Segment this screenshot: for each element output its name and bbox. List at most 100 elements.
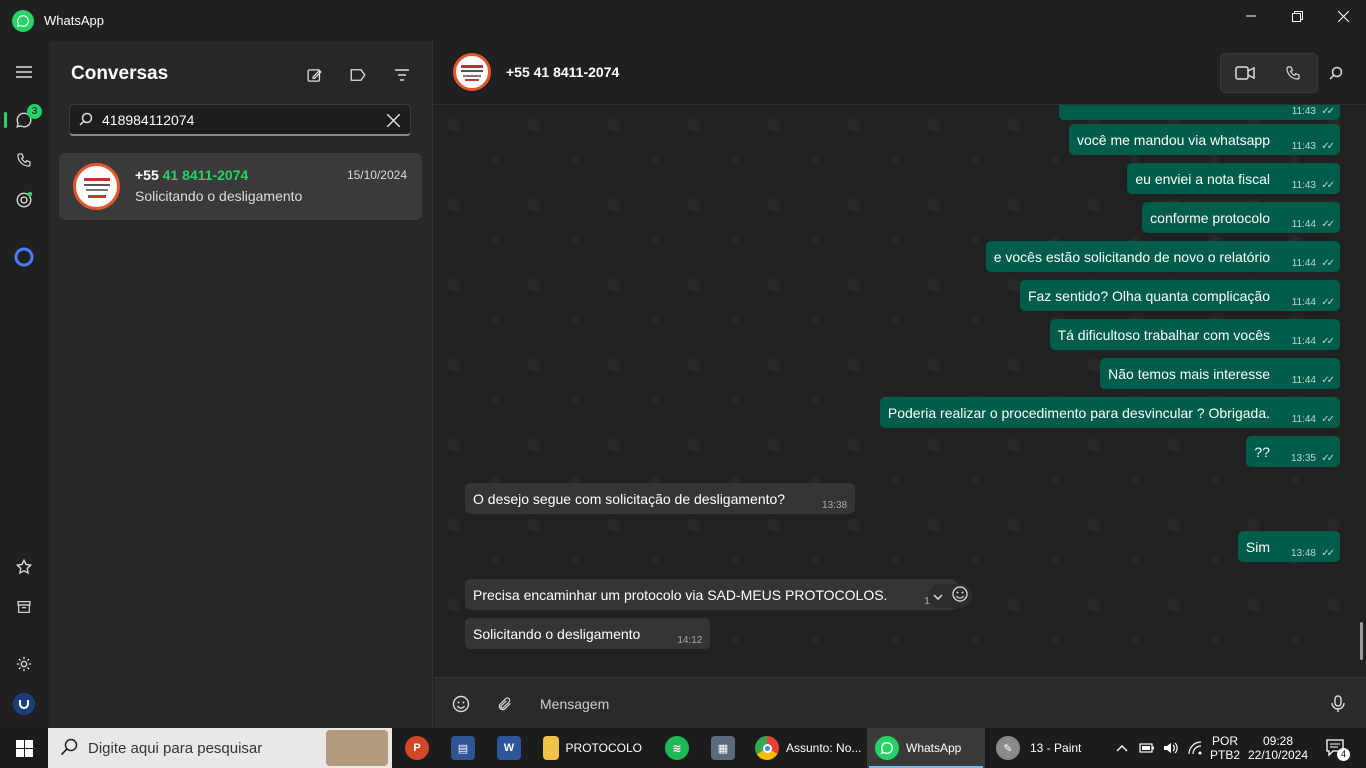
attach-icon[interactable] xyxy=(493,692,517,716)
starred-icon[interactable] xyxy=(8,551,40,583)
taskbar-app-blue[interactable]: ▤ xyxy=(446,728,480,768)
close-window-button[interactable] xyxy=(1320,0,1366,32)
react-emoji-icon[interactable] xyxy=(951,585,968,607)
message-bubble[interactable]: Sim 13:48 ✓✓ xyxy=(1237,531,1340,562)
profile-avatar[interactable] xyxy=(8,688,40,720)
contact-avatar[interactable] xyxy=(453,53,491,91)
message-text: você me mandou via whatsapp xyxy=(1077,132,1270,148)
title-bar: WhatsApp xyxy=(0,0,1366,41)
message-bubble[interactable]: eu enviei a nota fiscal 11:43 ✓✓ xyxy=(1127,163,1340,194)
taskbar-whatsapp[interactable]: WhatsApp xyxy=(867,728,985,768)
chat-search-icon[interactable] xyxy=(1324,61,1348,85)
message-text: eu enviei a nota fiscal xyxy=(1135,171,1270,187)
windows-taskbar: Digite aqui para pesquisar P ▤ W PROTOCO… xyxy=(0,728,1366,768)
new-chat-icon[interactable] xyxy=(300,61,328,89)
calculator-icon: ▦ xyxy=(711,736,735,760)
message-bubble[interactable]: você me mandou via whatsapp 11:43 ✓✓ xyxy=(1069,124,1340,155)
message-time: 11:43 xyxy=(1291,141,1316,152)
taskbar-search-placeholder: Digite aqui para pesquisar xyxy=(88,740,263,757)
minimize-button[interactable] xyxy=(1228,0,1274,32)
message-time: 11:44 xyxy=(1291,414,1316,425)
search-input[interactable] xyxy=(102,110,372,130)
emoji-icon[interactable] xyxy=(449,692,473,716)
taskbar-chrome[interactable]: Assunto: No... xyxy=(750,728,862,768)
meta-ai-icon[interactable] xyxy=(8,241,40,273)
voice-call-icon[interactable] xyxy=(1269,54,1317,92)
message-bubble[interactable]: Faz sentido? Olha quanta complicação 11:4… xyxy=(1019,280,1340,311)
microphone-icon[interactable] xyxy=(1326,692,1350,716)
message-bubble[interactable]: Não temos mais interesse 11:44 ✓✓ xyxy=(1100,358,1340,389)
taskbar-calculator[interactable]: ▦ xyxy=(706,728,740,768)
read-ticks-icon: ✓✓ xyxy=(1321,106,1335,117)
conversation-item[interactable]: +55 41 8411-2074 15/10/2024 Solicitando … xyxy=(59,153,422,220)
search-highlight-image xyxy=(326,730,388,766)
taskbar-powerpoint[interactable]: P xyxy=(400,728,434,768)
battery-icon[interactable] xyxy=(1136,728,1158,768)
calls-icon[interactable] xyxy=(8,144,40,176)
notifications-icon[interactable]: 4 xyxy=(1318,728,1354,768)
message-time: 11:44 xyxy=(1291,258,1316,269)
read-ticks-icon: ✓✓ xyxy=(1321,180,1335,191)
labels-icon[interactable] xyxy=(344,61,372,89)
restore-button[interactable] xyxy=(1274,0,1320,32)
archived-icon[interactable] xyxy=(8,591,40,623)
contact-avatar xyxy=(73,163,120,210)
read-ticks-icon: ✓✓ xyxy=(1321,414,1335,425)
scrollbar[interactable] xyxy=(1360,622,1363,660)
language-indicator[interactable]: POR PTB2 xyxy=(1206,728,1244,768)
message-bubble[interactable]: ?? 13:35 ✓✓ xyxy=(1246,436,1340,467)
message-time: 11:44 xyxy=(1291,219,1316,230)
tray-chevron-up-icon[interactable] xyxy=(1112,728,1132,768)
message-input[interactable] xyxy=(540,693,1310,715)
taskbar-label: Assunto: No... xyxy=(786,741,862,755)
message-text: conforme protocolo xyxy=(1150,210,1270,226)
message-text: Faz sentido? Olha quanta complicação xyxy=(1027,288,1270,304)
read-ticks-icon: ✓✓ xyxy=(1321,141,1335,152)
taskbar-file-explorer[interactable]: PROTOCOLO xyxy=(536,728,642,768)
message-bubble[interactable]: e vocês estão solicitando de novo o rela… xyxy=(985,241,1340,272)
message-bubble[interactable]: 11:43 ✓✓ xyxy=(1059,105,1340,120)
message-text: e vocês estão solicitando de novo o rela… xyxy=(993,249,1270,265)
read-ticks-icon: ✓✓ xyxy=(1321,453,1335,464)
taskbar-paint[interactable]: ✎ 13 - Paint xyxy=(992,728,1088,768)
message-bubble[interactable]: Poderia realizar o procedimento para des… xyxy=(879,397,1340,428)
message-text: Poderia realizar o procedimento para des… xyxy=(887,405,1270,421)
contact-name[interactable]: +55 41 8411-2074 xyxy=(506,64,619,80)
search-icon xyxy=(60,738,78,761)
read-ticks-icon: ✓✓ xyxy=(1321,375,1335,386)
message-bubble[interactable]: conforme protocolo 11:44 ✓✓ xyxy=(1142,202,1340,233)
chrome-icon xyxy=(755,736,779,760)
paint-palette-icon: ✎ xyxy=(996,736,1020,760)
message-bubble[interactable]: Precisa encaminhar um protocolo via SAD-… xyxy=(465,579,958,610)
menu-icon[interactable] xyxy=(8,56,40,88)
active-indicator xyxy=(4,112,7,128)
volume-icon[interactable] xyxy=(1160,728,1182,768)
windows-start-icon[interactable] xyxy=(0,728,48,768)
message-time: 11:43 xyxy=(1291,180,1316,191)
message-bubble[interactable]: Tá dificultoso trabalhar com vocês 11:44 ✓… xyxy=(1049,319,1340,350)
filter-icon[interactable] xyxy=(388,61,416,89)
whatsapp-icon xyxy=(875,736,899,760)
settings-gear-icon[interactable] xyxy=(8,648,40,680)
status-icon[interactable] xyxy=(8,184,40,216)
chat-panel: +55 41 8411-2074 11:43 ✓✓ você me mandou … xyxy=(434,41,1366,728)
spotify-icon: ≋ xyxy=(665,736,689,760)
conversations-panel: Conversas +55 41 8411-2074 15/10/2024 So… xyxy=(49,41,433,728)
video-call-icon[interactable] xyxy=(1221,54,1269,92)
taskbar-label: PROTOCOLO xyxy=(565,741,642,755)
powerpoint-icon: P xyxy=(405,736,429,760)
chevron-down-icon[interactable] xyxy=(932,587,943,605)
message-bubble[interactable]: Solicitando o desligamento 14:12 xyxy=(465,618,711,649)
taskbar-spotify[interactable]: ≋ xyxy=(660,728,694,768)
message-list: 11:43 ✓✓ você me mandou via whatsapp 11:43… xyxy=(434,105,1366,677)
message-bubble[interactable]: O desejo segue com solicitação de deslig… xyxy=(465,483,856,514)
taskbar-word[interactable]: W xyxy=(492,728,526,768)
message-time: 11:44 xyxy=(1291,297,1316,308)
clock[interactable]: 09:28 22/10/2024 xyxy=(1246,728,1310,768)
clear-search-icon[interactable] xyxy=(384,111,402,129)
search-match-highlight: 41 8411-2074 xyxy=(162,167,249,183)
window-title: WhatsApp xyxy=(44,13,104,28)
network-icon[interactable] xyxy=(1185,728,1207,768)
conversation-name: +55 41 8411-2074 xyxy=(135,167,249,183)
taskbar-search[interactable]: Digite aqui para pesquisar xyxy=(48,728,392,768)
